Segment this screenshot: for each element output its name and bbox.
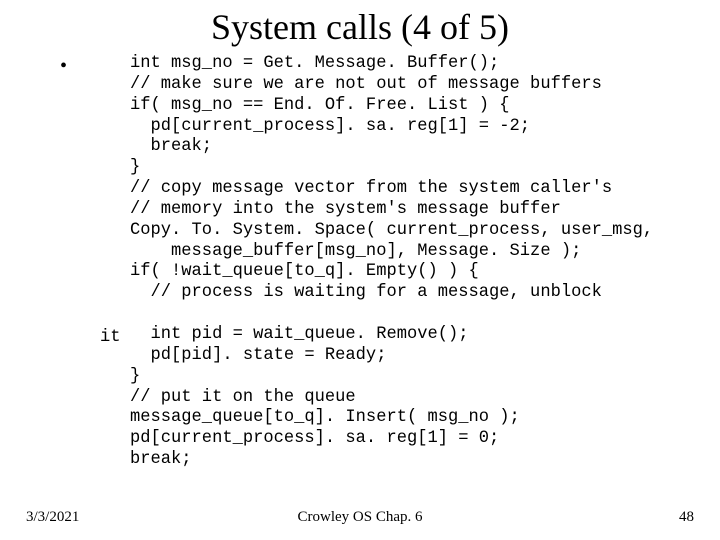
bullet-marker: • <box>60 56 67 76</box>
slide: System calls (4 of 5) • int msg_no = Get… <box>0 0 720 540</box>
footer-page-number: 48 <box>679 509 694 526</box>
footer-center: Crowley OS Chap. 6 <box>0 509 720 526</box>
code-part-2: int pid = wait_queue. Remove(); pd[pid].… <box>130 325 520 469</box>
slide-title: System calls (4 of 5) <box>0 6 720 48</box>
code-block: int msg_no = Get. Message. Buffer(); // … <box>130 54 653 471</box>
it-label: it <box>100 328 121 347</box>
code-part-1: int msg_no = Get. Message. Buffer(); // … <box>130 54 653 302</box>
